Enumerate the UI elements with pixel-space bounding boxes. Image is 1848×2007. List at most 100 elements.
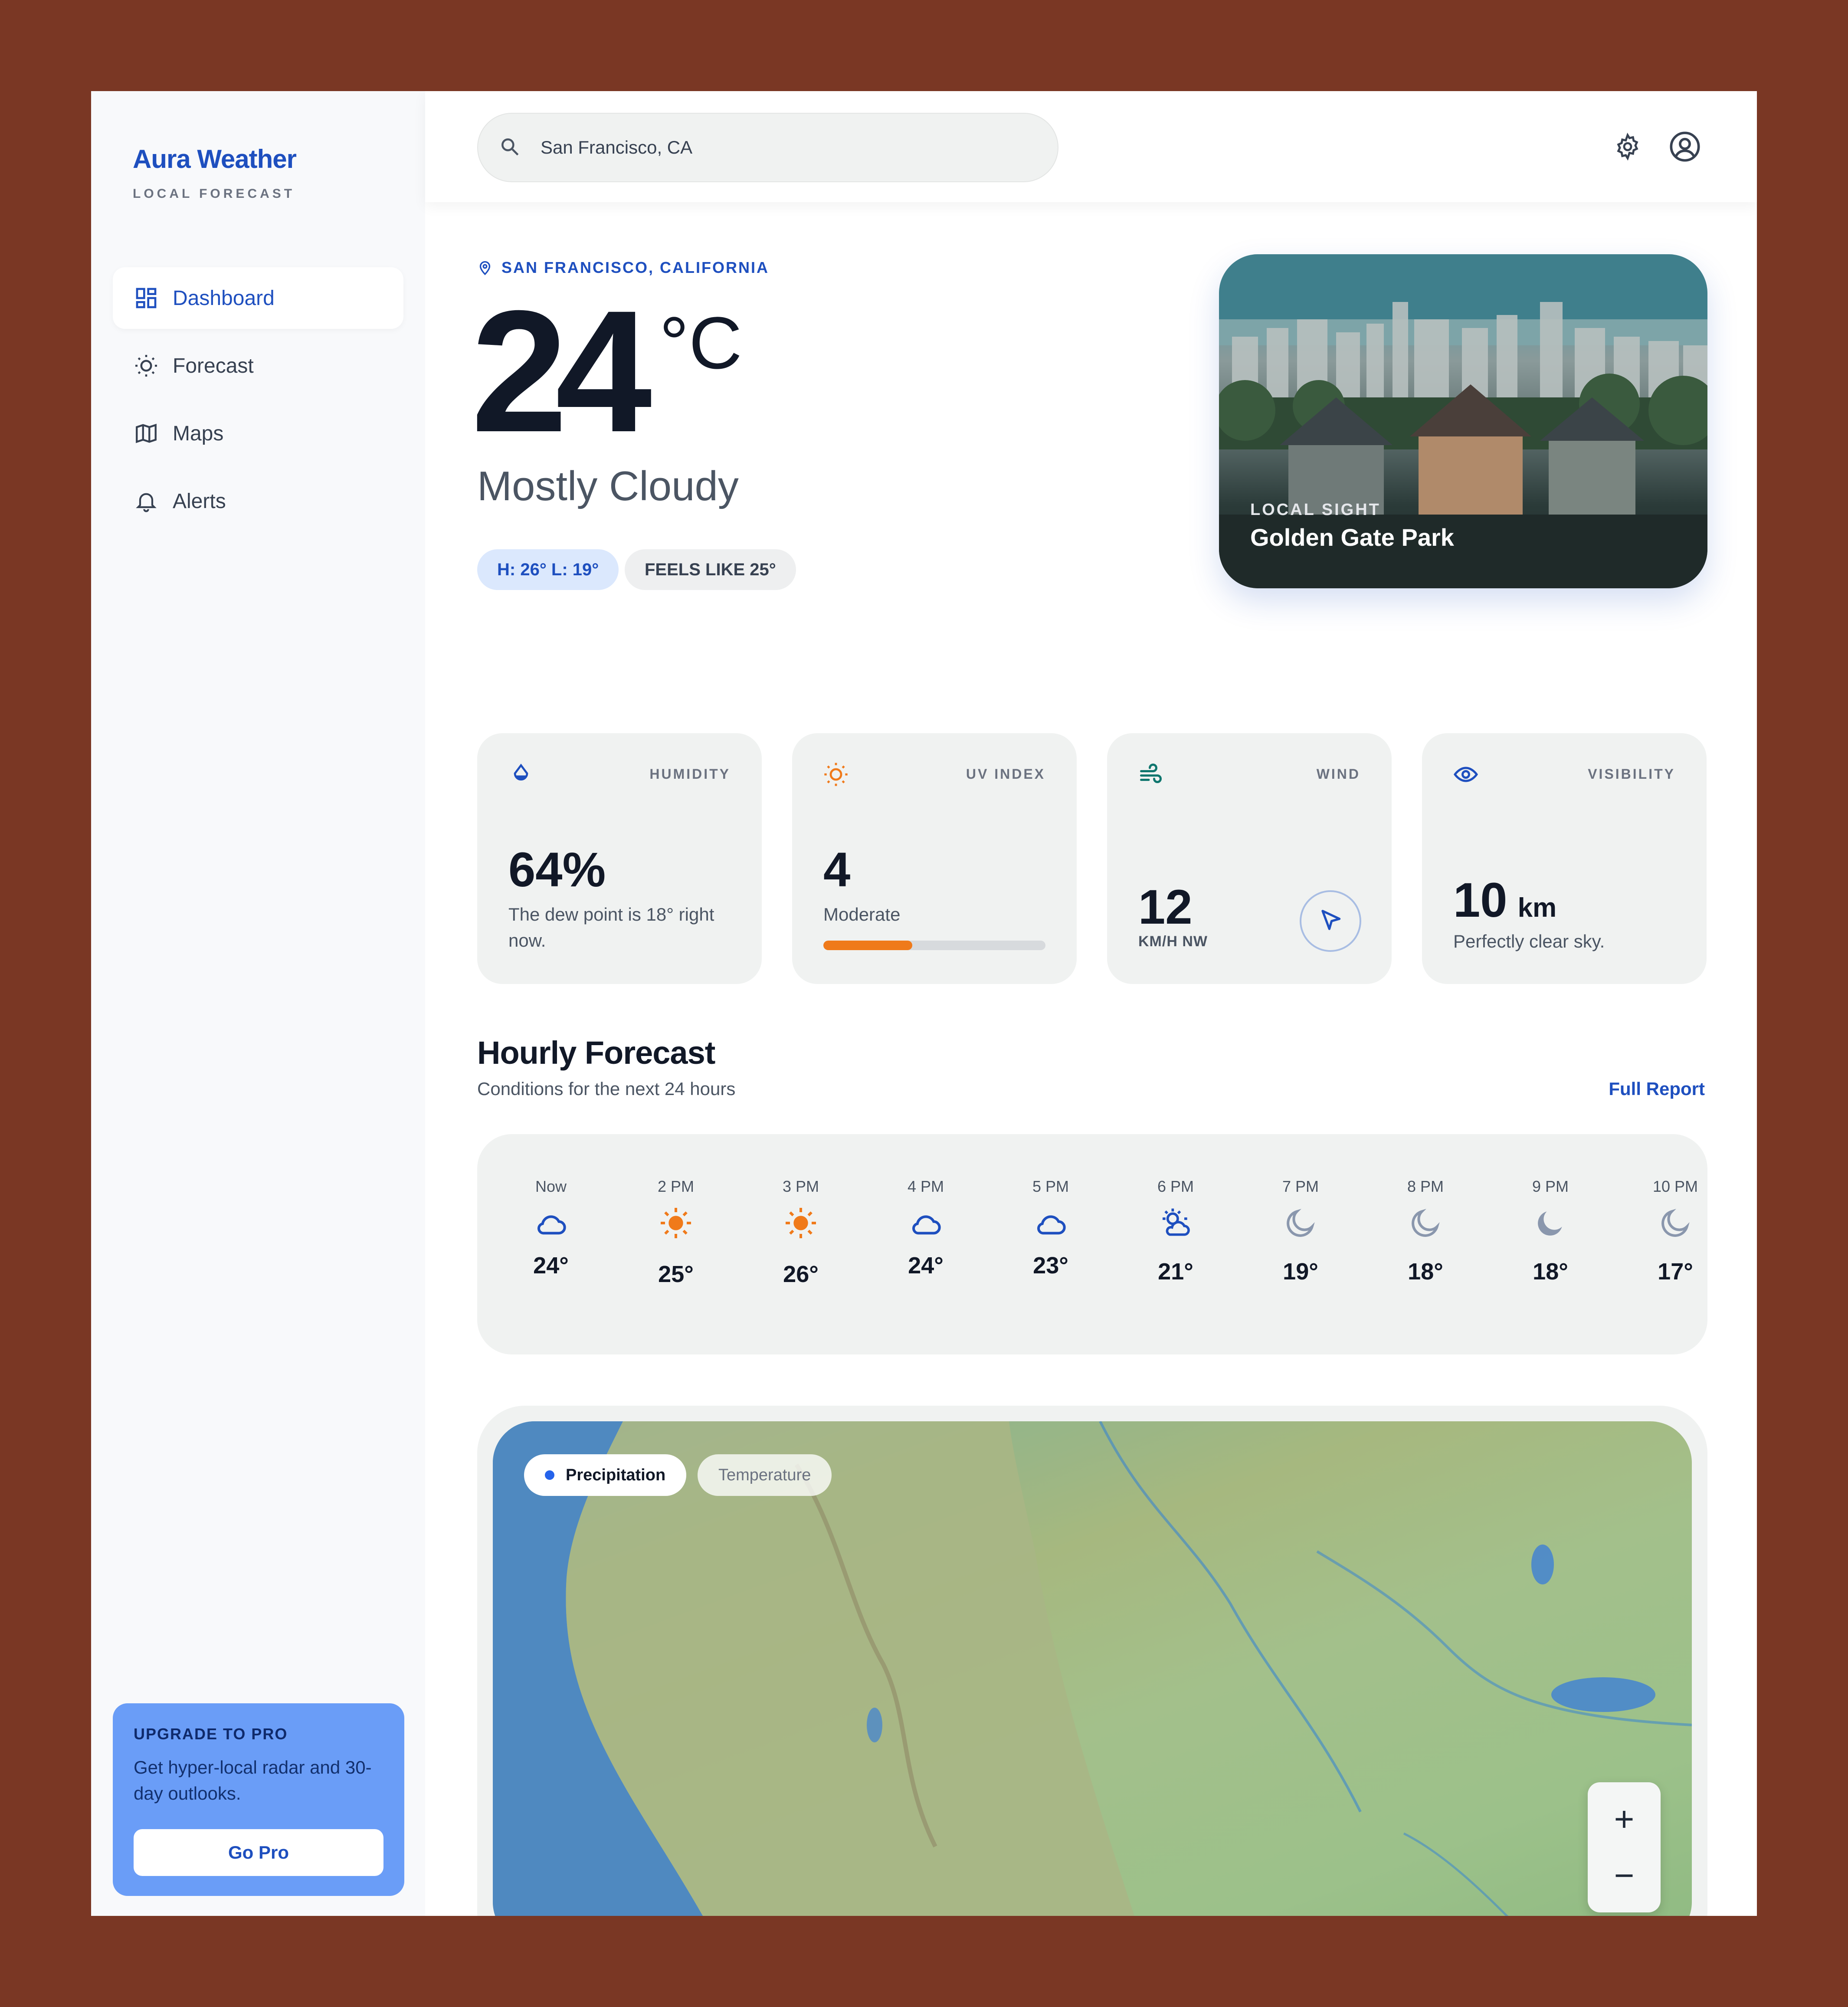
hourly-forecast-strip: Now 24° 2 PM 25° 3 PM 26° 4 PM 24° 5 PM bbox=[477, 1134, 1707, 1354]
sun-icon bbox=[783, 1206, 818, 1240]
hourly-item[interactable]: 8 PM 18° bbox=[1373, 1134, 1478, 1354]
sidebar-item-dashboard[interactable]: Dashboard bbox=[113, 267, 403, 329]
moon-outline-icon bbox=[1658, 1206, 1693, 1240]
dashboard-icon bbox=[133, 285, 160, 312]
hour-temp: 26° bbox=[783, 1261, 819, 1287]
zoom-out-button[interactable]: − bbox=[1588, 1847, 1661, 1904]
search-bar[interactable] bbox=[477, 113, 1058, 182]
wind-direction-compass bbox=[1300, 890, 1361, 952]
local-sight-card[interactable]: LOCAL SIGHT Golden Gate Park bbox=[1219, 254, 1707, 588]
uv-label: UV INDEX bbox=[966, 766, 1045, 782]
search-icon bbox=[499, 136, 521, 160]
zoom-controls: + − bbox=[1588, 1782, 1661, 1912]
main-content: SAN FRANCISCO, CALIFORNIA 24 °C Mostly C… bbox=[425, 202, 1757, 1916]
wind-value: 12 bbox=[1138, 880, 1193, 934]
map-terrain bbox=[493, 1421, 1692, 1916]
sidebar-item-label: Forecast bbox=[173, 354, 254, 377]
hourly-item[interactable]: 7 PM 19° bbox=[1248, 1134, 1353, 1354]
hourly-forecast-title: Hourly Forecast bbox=[477, 1035, 715, 1071]
visibility-sub: Perfectly clear sky. bbox=[1453, 931, 1605, 951]
navigation-arrow-icon bbox=[1317, 908, 1344, 935]
humidity-card: HUMIDITY 64% The dew point is 18° right … bbox=[477, 733, 762, 984]
hourly-item[interactable]: 6 PM 21° bbox=[1124, 1134, 1228, 1354]
uv-value: 4 bbox=[823, 843, 851, 897]
hour-temp: 23° bbox=[1033, 1253, 1068, 1279]
user-icon[interactable] bbox=[1667, 128, 1703, 165]
hour-time: 8 PM bbox=[1407, 1177, 1444, 1195]
sidebar-nav: Dashboard Forecast Maps Alerts bbox=[113, 267, 403, 538]
eye-icon bbox=[1451, 759, 1481, 790]
current-condition: Mostly Cloudy bbox=[477, 463, 739, 509]
visibility-unit: km bbox=[1517, 893, 1557, 923]
hour-time: 4 PM bbox=[907, 1177, 944, 1195]
uv-progress-fill bbox=[823, 941, 912, 950]
wind-sub: KM/H NW bbox=[1138, 933, 1208, 950]
sidebar-item-alerts[interactable]: Alerts bbox=[113, 470, 403, 532]
go-pro-button[interactable]: Go Pro bbox=[134, 1829, 383, 1876]
uv-progress-bar bbox=[823, 941, 1045, 950]
wind-icon bbox=[1136, 759, 1166, 790]
sidebar-item-label: Maps bbox=[173, 422, 224, 445]
hour-temp: 24° bbox=[908, 1253, 944, 1279]
cloud-icon bbox=[1033, 1206, 1068, 1240]
sight-label: LOCAL SIGHT bbox=[1250, 501, 1381, 519]
upgrade-promo-card: UPGRADE TO PRO Get hyper-local radar and… bbox=[113, 1703, 404, 1896]
visibility-card: VISIBILITY 10 km Perfectly clear sky. bbox=[1422, 733, 1707, 984]
hour-temp: 19° bbox=[1283, 1259, 1318, 1285]
wind-card: WIND 12 KM/H NW bbox=[1107, 733, 1392, 984]
wind-label: WIND bbox=[1316, 766, 1360, 782]
humidity-sub: The dew point is 18° right now. bbox=[508, 904, 714, 951]
sidebar-item-forecast[interactable]: Forecast bbox=[113, 335, 403, 397]
cloud-icon bbox=[908, 1206, 943, 1240]
visibility-value: 10 bbox=[1453, 873, 1507, 927]
hour-temp: 18° bbox=[1408, 1259, 1443, 1285]
humidity-value: 64% bbox=[508, 843, 606, 897]
precipitation-tab[interactable]: Precipitation bbox=[524, 1454, 687, 1496]
visibility-value-group: 10 km bbox=[1453, 872, 1556, 928]
moon-outline-icon bbox=[1408, 1206, 1443, 1240]
hourly-item[interactable]: 3 PM 26° bbox=[749, 1134, 853, 1354]
hourly-item[interactable]: 2 PM 25° bbox=[624, 1134, 728, 1354]
current-temperature: 24 bbox=[471, 274, 652, 468]
radar-map[interactable]: Precipitation Temperature + − bbox=[493, 1421, 1692, 1916]
moon-filled-icon bbox=[1533, 1206, 1568, 1240]
tab-label: Precipitation bbox=[566, 1466, 666, 1484]
high-low-badge: H: 26° L: 19° bbox=[477, 549, 619, 590]
zoom-in-button[interactable]: + bbox=[1588, 1791, 1661, 1847]
active-dot-icon bbox=[545, 1470, 554, 1480]
uv-index-card: UV INDEX 4 Moderate bbox=[792, 733, 1077, 984]
sidebar: Aura Weather LOCAL FORECAST Dashboard Fo… bbox=[91, 91, 425, 1916]
hour-temp: 25° bbox=[658, 1261, 694, 1287]
top-header bbox=[425, 91, 1757, 202]
droplet-icon bbox=[506, 759, 536, 790]
partly-cloudy-icon bbox=[1158, 1206, 1193, 1240]
sidebar-item-label: Dashboard bbox=[173, 286, 275, 310]
sun-icon bbox=[821, 759, 851, 790]
hour-time: 9 PM bbox=[1532, 1177, 1569, 1195]
hour-time: 6 PM bbox=[1157, 1177, 1194, 1195]
hour-temp: 24° bbox=[533, 1253, 569, 1279]
hourly-item[interactable]: 9 PM 18° bbox=[1498, 1134, 1602, 1354]
hour-temp: 18° bbox=[1533, 1259, 1568, 1285]
sidebar-item-label: Alerts bbox=[173, 489, 226, 513]
hour-temp: 17° bbox=[1658, 1259, 1693, 1285]
hourly-item[interactable]: 4 PM 24° bbox=[874, 1134, 978, 1354]
gear-icon[interactable] bbox=[1609, 128, 1646, 165]
hourly-item[interactable]: Now 24° bbox=[499, 1134, 603, 1354]
uv-sub: Moderate bbox=[823, 904, 901, 925]
cloud-icon bbox=[534, 1206, 568, 1240]
sidebar-item-maps[interactable]: Maps bbox=[113, 403, 403, 464]
hourly-item[interactable]: 10 PM 17° bbox=[1623, 1134, 1707, 1354]
hour-time: 10 PM bbox=[1652, 1177, 1698, 1195]
promo-text: Get hyper-local radar and 30-day outlook… bbox=[134, 1757, 372, 1804]
visibility-label: VISIBILITY bbox=[1588, 766, 1675, 782]
hourly-forecast-subtitle: Conditions for the next 24 hours bbox=[477, 1079, 736, 1099]
search-input[interactable] bbox=[540, 137, 1019, 158]
hour-time: 7 PM bbox=[1282, 1177, 1319, 1195]
hourly-item[interactable]: 5 PM 23° bbox=[999, 1134, 1103, 1354]
hour-time: Now bbox=[535, 1177, 567, 1195]
radar-map-panel: Precipitation Temperature + − bbox=[477, 1406, 1707, 1916]
map-icon bbox=[133, 420, 160, 447]
temperature-tab[interactable]: Temperature bbox=[698, 1454, 832, 1496]
full-report-link[interactable]: Full Report bbox=[1609, 1079, 1705, 1099]
